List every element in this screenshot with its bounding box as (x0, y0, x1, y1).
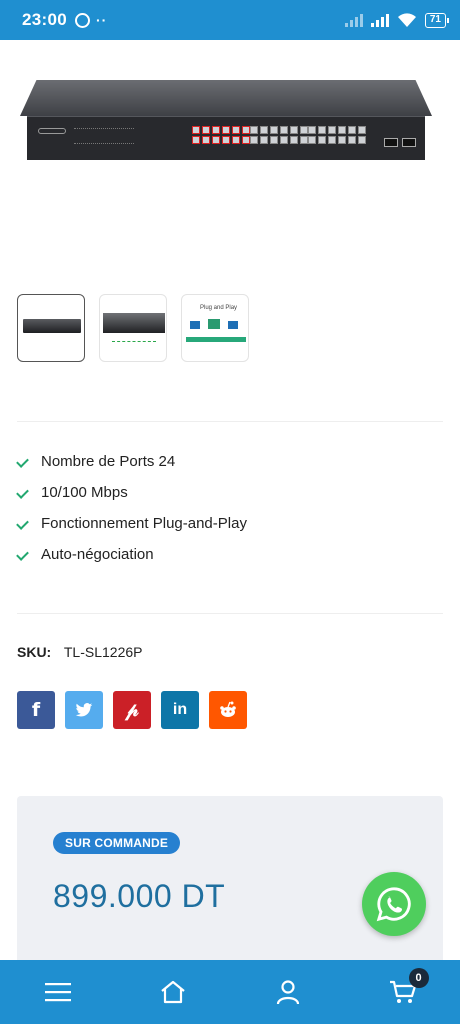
nav-cart-button[interactable]: 0 (375, 964, 431, 1020)
pinterest-icon: 𝓅 (125, 699, 139, 721)
share-buttons: f 𝓅 in (17, 691, 247, 729)
share-linkedin-button[interactable]: in (161, 691, 199, 729)
share-pinterest-button[interactable]: 𝓅 (113, 691, 151, 729)
product-price: 899.000 DT (53, 878, 226, 914)
reddit-icon (220, 701, 236, 717)
thumbnail-plug-and-play[interactable]: Plug and Play (181, 294, 249, 362)
divider (17, 613, 443, 614)
battery-icon: 71 (424, 12, 450, 28)
nav-home-button[interactable] (145, 964, 201, 1020)
hamburger-menu-icon (44, 983, 71, 1002)
switch-leds (74, 128, 134, 144)
twitter-icon (75, 702, 93, 716)
tplink-logo (38, 128, 66, 134)
thumbnail-diagram-title: Plug and Play (200, 305, 238, 311)
ports-group-2 (250, 126, 308, 144)
thumbnail-switch-angle[interactable] (99, 294, 167, 362)
feature-text: 10/100 Mbps (41, 484, 128, 501)
check-icon (17, 548, 31, 562)
home-icon (160, 980, 185, 1004)
share-reddit-button[interactable] (209, 691, 247, 729)
signal-1-icon (344, 13, 363, 27)
feature-text: Fonctionnement Plug-and-Play (41, 515, 247, 532)
feature-item: Fonctionnement Plug-and-Play (17, 508, 247, 539)
status-bar: 23:00 ·· 71 (0, 0, 460, 40)
share-facebook-button[interactable]: f (17, 691, 55, 729)
sku-value: TL-SL1226P (63, 644, 143, 660)
feature-item: Nombre de Ports 24 (17, 446, 247, 477)
whatsapp-notification-icon (74, 12, 90, 28)
feature-list: Nombre de Ports 24 10/100 Mbps Fonctionn… (17, 446, 247, 570)
signal-2-icon (370, 13, 389, 27)
share-twitter-button[interactable] (65, 691, 103, 729)
switch-top-panel (20, 80, 432, 116)
thumbnail-switch-front[interactable] (17, 294, 85, 362)
poe-ports-left (192, 126, 250, 144)
more-notifications-icon: ·· (95, 12, 108, 28)
thumbnail-gallery: Plug and Play (17, 294, 249, 362)
availability-badge: SUR COMMANDE (53, 832, 181, 854)
user-icon (276, 980, 299, 1005)
divider (17, 421, 443, 422)
check-icon (17, 455, 31, 469)
sfp-slot-2 (402, 138, 416, 147)
feature-text: Nombre de Ports 24 (41, 453, 176, 470)
whatsapp-icon (376, 887, 411, 922)
nav-account-button[interactable] (260, 964, 316, 1020)
facebook-icon: f (31, 699, 41, 721)
product-main-image[interactable] (0, 40, 460, 260)
bottom-navigation: 0 (0, 960, 460, 1024)
whatsapp-chat-button[interactable] (362, 872, 426, 936)
sfp-slot-1 (384, 138, 398, 147)
wifi-icon (397, 13, 416, 27)
check-icon (17, 517, 31, 531)
cart-count-badge: 0 (408, 968, 429, 988)
status-time: 23:00 (22, 10, 67, 29)
feature-item: 10/100 Mbps (17, 477, 247, 508)
nav-menu-button[interactable] (30, 964, 86, 1020)
check-icon (17, 486, 31, 500)
sku-row: SKU: TL-SL1226P (17, 644, 142, 660)
feature-item: Auto-négociation (17, 539, 247, 570)
feature-text: Auto-négociation (41, 546, 154, 563)
sku-label: SKU: (17, 644, 52, 660)
ports-group-3 (308, 126, 366, 144)
linkedin-icon: in (172, 701, 188, 718)
